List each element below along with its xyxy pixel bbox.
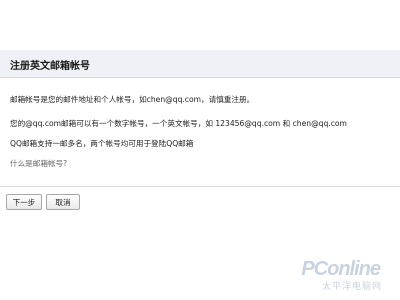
- page-header: 注册英文邮箱帐号: [0, 50, 400, 78]
- divider: [0, 186, 400, 187]
- next-button[interactable]: 下一步: [6, 194, 42, 210]
- account-description: 邮箱帐号是您的邮件地址和个人帐号，如chen@qq.com，请慎重注册。: [10, 95, 255, 104]
- multi-name-note: QQ邮箱支持一邮多名，两个帐号均可用于登陆QQ邮箱: [10, 139, 194, 148]
- watermark-tagline: 太平洋电脑网: [321, 282, 382, 292]
- watermark-brand: PConline: [301, 258, 381, 280]
- account-example: 您的@qq.com邮箱可以有一个数字帐号，一个英文帐号，如 123456@qq.…: [10, 119, 347, 128]
- pconline-watermark: PConline 太平洋电脑网: [300, 252, 392, 292]
- what-is-account-link[interactable]: 什么是邮箱帐号?: [10, 158, 67, 169]
- page-title: 注册英文邮箱帐号: [10, 61, 90, 72]
- cancel-button[interactable]: 取消: [46, 194, 80, 210]
